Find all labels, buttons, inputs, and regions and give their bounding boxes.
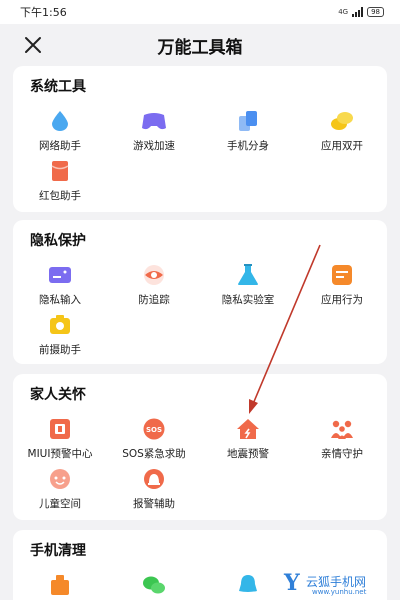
tool-item-sos[interactable]: SOS SOS紧急求助 — [107, 418, 201, 466]
tool-label: 亲情守护 — [321, 448, 363, 460]
earthquake-house-icon — [237, 419, 259, 439]
tool-label: 应用双开 — [321, 140, 363, 152]
private-keyboard-icon — [49, 267, 71, 283]
tool-item-app-behavior[interactable]: 应用行为 — [295, 264, 389, 312]
sos-icon: SOS — [143, 418, 165, 440]
tool-label: 儿童空间 — [39, 498, 81, 510]
child-space-icon — [50, 469, 70, 489]
tool-label: 报警辅助 — [133, 498, 175, 510]
section-privacy: 隐私保护 隐私输入 防追踪 隐私实验室 应用行为 前摄助手 — [13, 220, 387, 364]
tool-label: 防追踪 — [138, 294, 170, 306]
tool-item-privacy-lab[interactable]: 隐私实验室 — [201, 264, 295, 312]
section-title: 隐私保护 — [30, 233, 86, 249]
flask-icon — [238, 264, 258, 285]
section-title: 家人关怀 — [30, 387, 86, 403]
network-type: 4G — [338, 7, 349, 16]
tool-item-child-space[interactable]: 儿童空间 — [13, 468, 107, 516]
tool-item-dual-apps[interactable]: 应用双开 — [295, 110, 389, 158]
watermark-logo: Y 云狐手机网 www.yunhu.net — [282, 570, 394, 598]
tool-item-red-packet[interactable]: 红包助手 — [13, 160, 107, 208]
watermark-url: www.yunhu.net — [312, 588, 367, 596]
tool-item-cleanup-2[interactable] — [107, 574, 201, 600]
section-title: 手机清理 — [30, 543, 86, 559]
tool-label: 游戏加速 — [133, 140, 175, 152]
tool-item-game-boost[interactable]: 游戏加速 — [107, 110, 201, 158]
qq-clean-icon — [239, 575, 257, 592]
section-title: 系统工具 — [30, 79, 86, 95]
section-system-tools: 系统工具 网络助手 游戏加速 手机分身 应用双开 红包助手 — [13, 66, 387, 212]
tool-label: 应用行为 — [321, 294, 363, 306]
tool-item-phone-clone[interactable]: 手机分身 — [201, 110, 295, 158]
tool-item-family-guard[interactable]: 亲情守护 — [295, 418, 389, 466]
family-icon — [331, 420, 353, 439]
signal-icon — [352, 7, 364, 17]
status-time: 下午1:56 — [20, 6, 67, 19]
watermark-letter: Y — [284, 570, 300, 596]
alarm-assist-icon — [144, 469, 164, 489]
section-family-care: 家人关怀 MIUI预警中心 SOS SOS紧急求助 地震预警 亲情守护 儿童空间… — [13, 374, 387, 520]
alert-center-icon — [50, 419, 70, 439]
svg-text:SOS: SOS — [146, 426, 162, 434]
tool-label: 前摄助手 — [39, 344, 81, 356]
tool-label: 隐私实验室 — [221, 294, 275, 306]
tool-label: SOS紧急求助 — [122, 448, 186, 460]
app-header: 万能工具箱 — [0, 24, 400, 66]
red-envelope-icon — [51, 161, 69, 181]
tool-item-front-camera[interactable]: 前摄助手 — [13, 314, 107, 362]
status-indicators: 4G 98 — [338, 7, 384, 17]
tool-item-network-assistant[interactable]: 网络助手 — [13, 110, 107, 158]
double-coin-icon — [331, 112, 353, 130]
water-drop-icon — [52, 111, 68, 131]
tool-item-miui-alert-center[interactable]: MIUI预警中心 — [13, 418, 107, 466]
app-behavior-icon — [332, 265, 352, 285]
tool-label: MIUI预警中心 — [27, 448, 93, 460]
gamepad-icon — [142, 113, 166, 130]
tool-item-earthquake-warning[interactable]: 地震预警 — [201, 418, 295, 466]
tool-item-cleanup-3[interactable] — [201, 574, 295, 600]
tool-label: 红包助手 — [39, 190, 81, 202]
tool-item-anti-tracking[interactable]: 防追踪 — [107, 264, 201, 312]
tool-label: 隐私输入 — [39, 294, 81, 306]
battery-indicator: 98 — [367, 7, 384, 17]
tool-label: 地震预警 — [227, 448, 269, 460]
page-title: 万能工具箱 — [157, 38, 243, 58]
anti-tracking-eye-icon — [144, 265, 164, 285]
status-bar: 下午1:56 4G 98 — [0, 0, 400, 24]
tool-label: 网络助手 — [39, 140, 81, 152]
clean-bag-icon — [51, 575, 69, 595]
tool-label: 手机分身 — [227, 140, 269, 152]
front-camera-icon — [50, 315, 70, 334]
tool-item-private-input[interactable]: 隐私输入 — [13, 264, 107, 312]
tool-item-alarm-assist[interactable]: 报警辅助 — [107, 468, 201, 516]
wechat-clean-icon — [143, 576, 165, 594]
tool-item-cleanup-1[interactable] — [13, 574, 107, 600]
duplicate-phone-icon — [239, 111, 257, 131]
